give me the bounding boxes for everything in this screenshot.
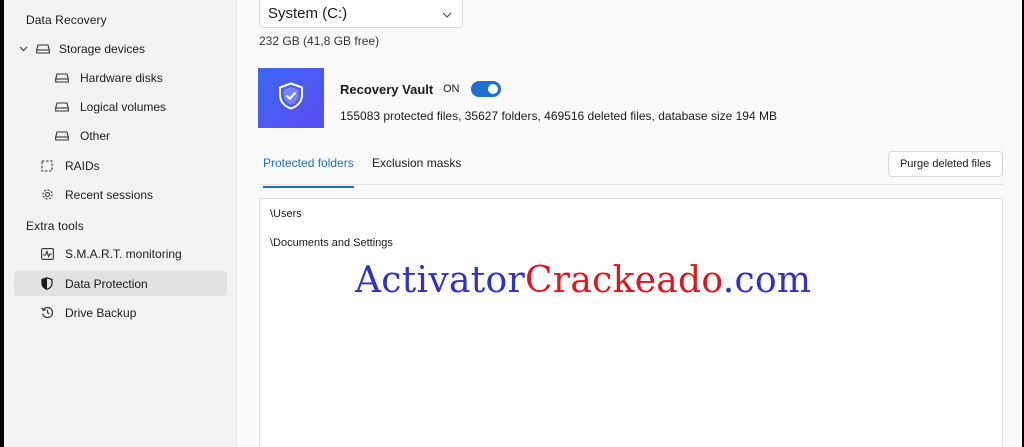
- sidebar-item-storage-devices[interactable]: Storage devices: [14, 36, 227, 61]
- vault-state-label: ON: [443, 83, 460, 95]
- sidebar-item-label: Storage devices: [59, 41, 146, 56]
- list-item[interactable]: \Documents and Settings: [270, 237, 393, 249]
- main-panel: System (C:) 232 GB (41,8 GB free) Recove…: [236, 0, 1022, 447]
- sidebar-item-label: Data Protection: [65, 276, 148, 291]
- sidebar-item-logical-volumes[interactable]: Logical volumes: [14, 94, 227, 119]
- drive-icon: [55, 129, 69, 143]
- tab-protected-folders[interactable]: Protected folders: [263, 156, 354, 188]
- vault-title: Recovery Vault: [340, 82, 434, 97]
- history-icon: [40, 306, 54, 320]
- sidebar-item-label: Hardware disks: [80, 70, 163, 85]
- drive-icon: [55, 100, 69, 114]
- volume-select-value: System (C:): [268, 5, 348, 22]
- raid-icon: [40, 159, 54, 173]
- vault-toggle[interactable]: [471, 81, 501, 97]
- sidebar-item-raids[interactable]: RAIDs: [14, 153, 227, 178]
- section-title-data-recovery: Data Recovery: [26, 13, 107, 27]
- drive-icon: [55, 71, 69, 85]
- sidebar-item-label: S.M.A.R.T. monitoring: [65, 246, 182, 261]
- watermark-part-3: .com: [722, 260, 812, 301]
- app-window: Data Recovery Storage devices Hardware d…: [4, 0, 1022, 447]
- sidebar-item-data-protection[interactable]: Data Protection: [14, 271, 227, 296]
- volume-size-info: 232 GB (41,8 GB free): [259, 34, 380, 48]
- sidebar: Data Recovery Storage devices Hardware d…: [4, 0, 236, 447]
- gear-icon: [40, 188, 54, 202]
- volume-select[interactable]: System (C:): [259, 0, 463, 28]
- sidebar-item-label: Other: [80, 128, 111, 143]
- vault-stats: 155083 protected files, 35627 folders, 4…: [340, 109, 777, 123]
- list-item[interactable]: \Users: [270, 208, 302, 220]
- sidebar-item-label: Recent sessions: [65, 187, 154, 202]
- section-title-extra-tools: Extra tools: [26, 219, 84, 233]
- protected-folder-list: \Users \Documents and Settings: [259, 198, 1003, 447]
- sidebar-item-label: RAIDs: [65, 158, 100, 173]
- pulse-icon: [40, 247, 54, 261]
- shield-check-icon: [278, 81, 304, 115]
- toggle-knob: [488, 84, 498, 94]
- sidebar-item-label: Drive Backup: [65, 305, 137, 320]
- watermark-text: ActivatorCrackeado.com: [355, 260, 811, 301]
- tab-exclusion-masks[interactable]: Exclusion masks: [372, 156, 461, 186]
- watermark-part-2: Crackeado: [525, 260, 723, 301]
- sidebar-item-smart-monitoring[interactable]: S.M.A.R.T. monitoring: [14, 241, 227, 266]
- sidebar-item-other[interactable]: Other: [14, 123, 227, 148]
- sidebar-item-hardware-disks[interactable]: Hardware disks: [14, 65, 227, 90]
- vault-tile: [258, 68, 324, 128]
- chevron-down-icon: [442, 5, 452, 22]
- sidebar-item-recent-sessions[interactable]: Recent sessions: [14, 182, 227, 207]
- shield-icon: [40, 277, 54, 291]
- watermark-part-1: Activator: [355, 260, 525, 301]
- drive-icon: [36, 42, 50, 56]
- sidebar-item-drive-backup[interactable]: Drive Backup: [14, 300, 227, 325]
- chevron-down-icon[interactable]: [18, 44, 28, 54]
- sidebar-item-label: Logical volumes: [80, 99, 167, 114]
- purge-deleted-files-button[interactable]: Purge deleted files: [888, 151, 1003, 177]
